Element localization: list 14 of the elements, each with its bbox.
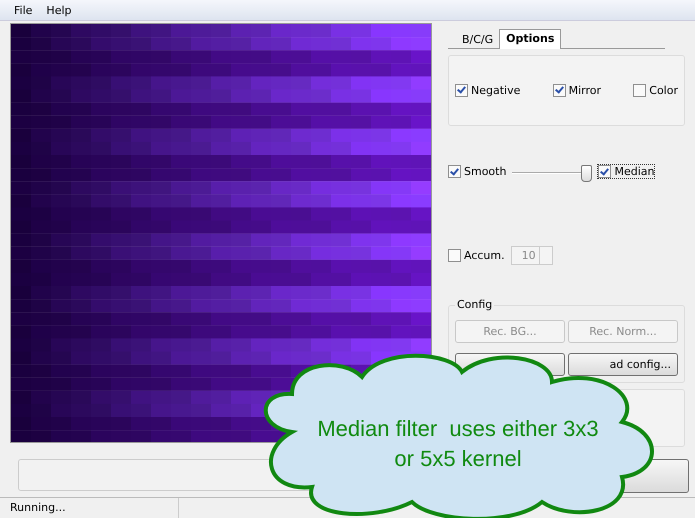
checkbox[interactable]: Negative bbox=[455, 84, 520, 97]
checkbox[interactable]: Mirror bbox=[552, 84, 602, 97]
checkbox[interactable]: Smooth bbox=[448, 165, 506, 178]
config-button[interactable]: ad config... bbox=[568, 352, 678, 376]
slider-thumb[interactable] bbox=[581, 164, 592, 182]
menu-item[interactable]: Help bbox=[46, 4, 72, 16]
group-title: Config bbox=[455, 298, 494, 311]
menu-item[interactable]: File bbox=[14, 4, 32, 16]
checkbox[interactable]: Color bbox=[633, 84, 678, 97]
tab[interactable]: Options bbox=[499, 29, 562, 49]
callout-text: Median filter uses either 3x3 or 5x5 kernel bbox=[316, 415, 600, 473]
status-text: Running... bbox=[0, 498, 179, 518]
checkbox[interactable]: Median bbox=[598, 165, 654, 178]
tab[interactable]: B/C/G bbox=[456, 31, 500, 48]
